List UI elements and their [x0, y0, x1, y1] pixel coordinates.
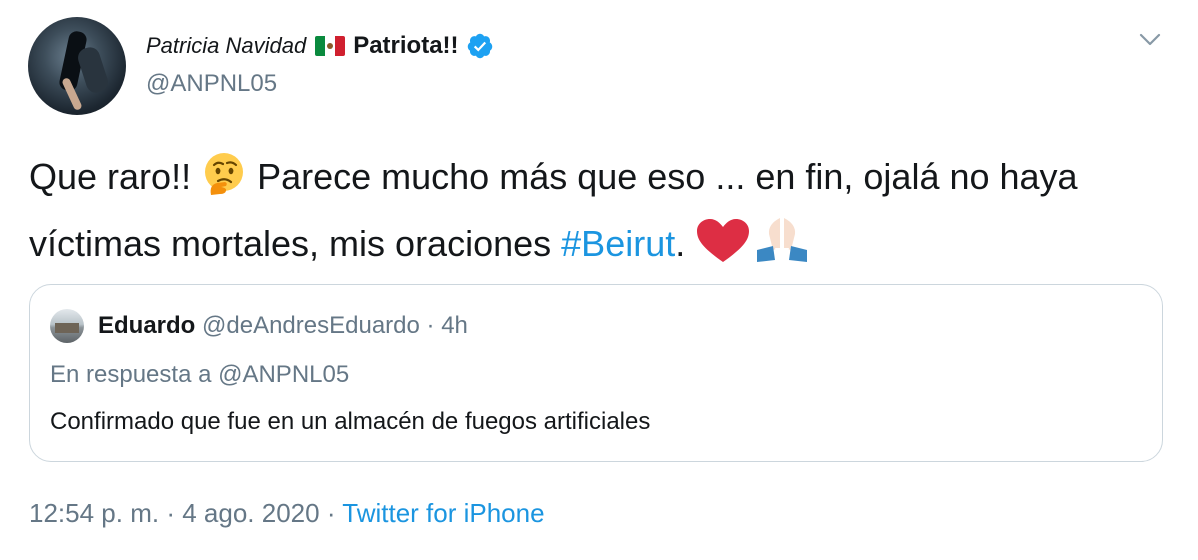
avatar-figure — [75, 44, 111, 96]
author-name-part1: Patricia Navidad — [146, 33, 307, 58]
separator: · — [326, 498, 336, 528]
quoted-tweet-text: Confirmado que fue en un almacén de fueg… — [50, 408, 651, 435]
red-heart-icon — [695, 218, 751, 281]
quoted-tweet-card[interactable]: Eduardo @deAndresEduardo · 4h En respues… — [29, 284, 1163, 462]
tweet-text-part: . — [675, 223, 696, 264]
quoted-author-avatar[interactable] — [50, 309, 84, 343]
quoted-tweet-time[interactable]: 4h — [441, 312, 468, 339]
mexico-flag-icon — [315, 36, 346, 56]
quoted-tweet-header: Eduardo @deAndresEduardo · 4h — [98, 312, 468, 340]
separator: · — [166, 498, 175, 528]
hashtag-link[interactable]: #Beirut — [561, 223, 675, 264]
author-name-part2: Patriota!! — [353, 32, 459, 59]
chevron-down-icon[interactable] — [1138, 30, 1162, 50]
tweet-text: Que raro!! Parece mucho más que eso ... … — [29, 148, 1169, 281]
quoted-author-name[interactable]: Eduardo — [98, 312, 195, 339]
separator: · — [426, 312, 435, 339]
tweet-date[interactable]: 4 ago. 2020 — [182, 498, 319, 528]
tweet-time[interactable]: 12:54 p. m. — [29, 498, 159, 528]
quoted-author-handle[interactable]: @deAndresEduardo — [202, 312, 420, 339]
verified-badge-icon — [466, 32, 494, 60]
tweet-footer: 12:54 p. m. · 4 ago. 2020 · Twitter for … — [29, 498, 545, 529]
folded-hands-icon — [751, 214, 813, 281]
tweet-source-link[interactable]: Twitter for iPhone — [342, 498, 544, 528]
author-name[interactable]: Patricia Navidad Patriota!! — [146, 29, 494, 63]
author-handle[interactable]: @ANPNL05 — [146, 70, 277, 98]
thinking-face-icon — [201, 151, 247, 214]
author-avatar[interactable] — [28, 17, 126, 115]
reply-to-line: En respuesta a @ANPNL05 — [50, 361, 350, 388]
tweet-text-part: Que raro!! — [29, 156, 202, 197]
